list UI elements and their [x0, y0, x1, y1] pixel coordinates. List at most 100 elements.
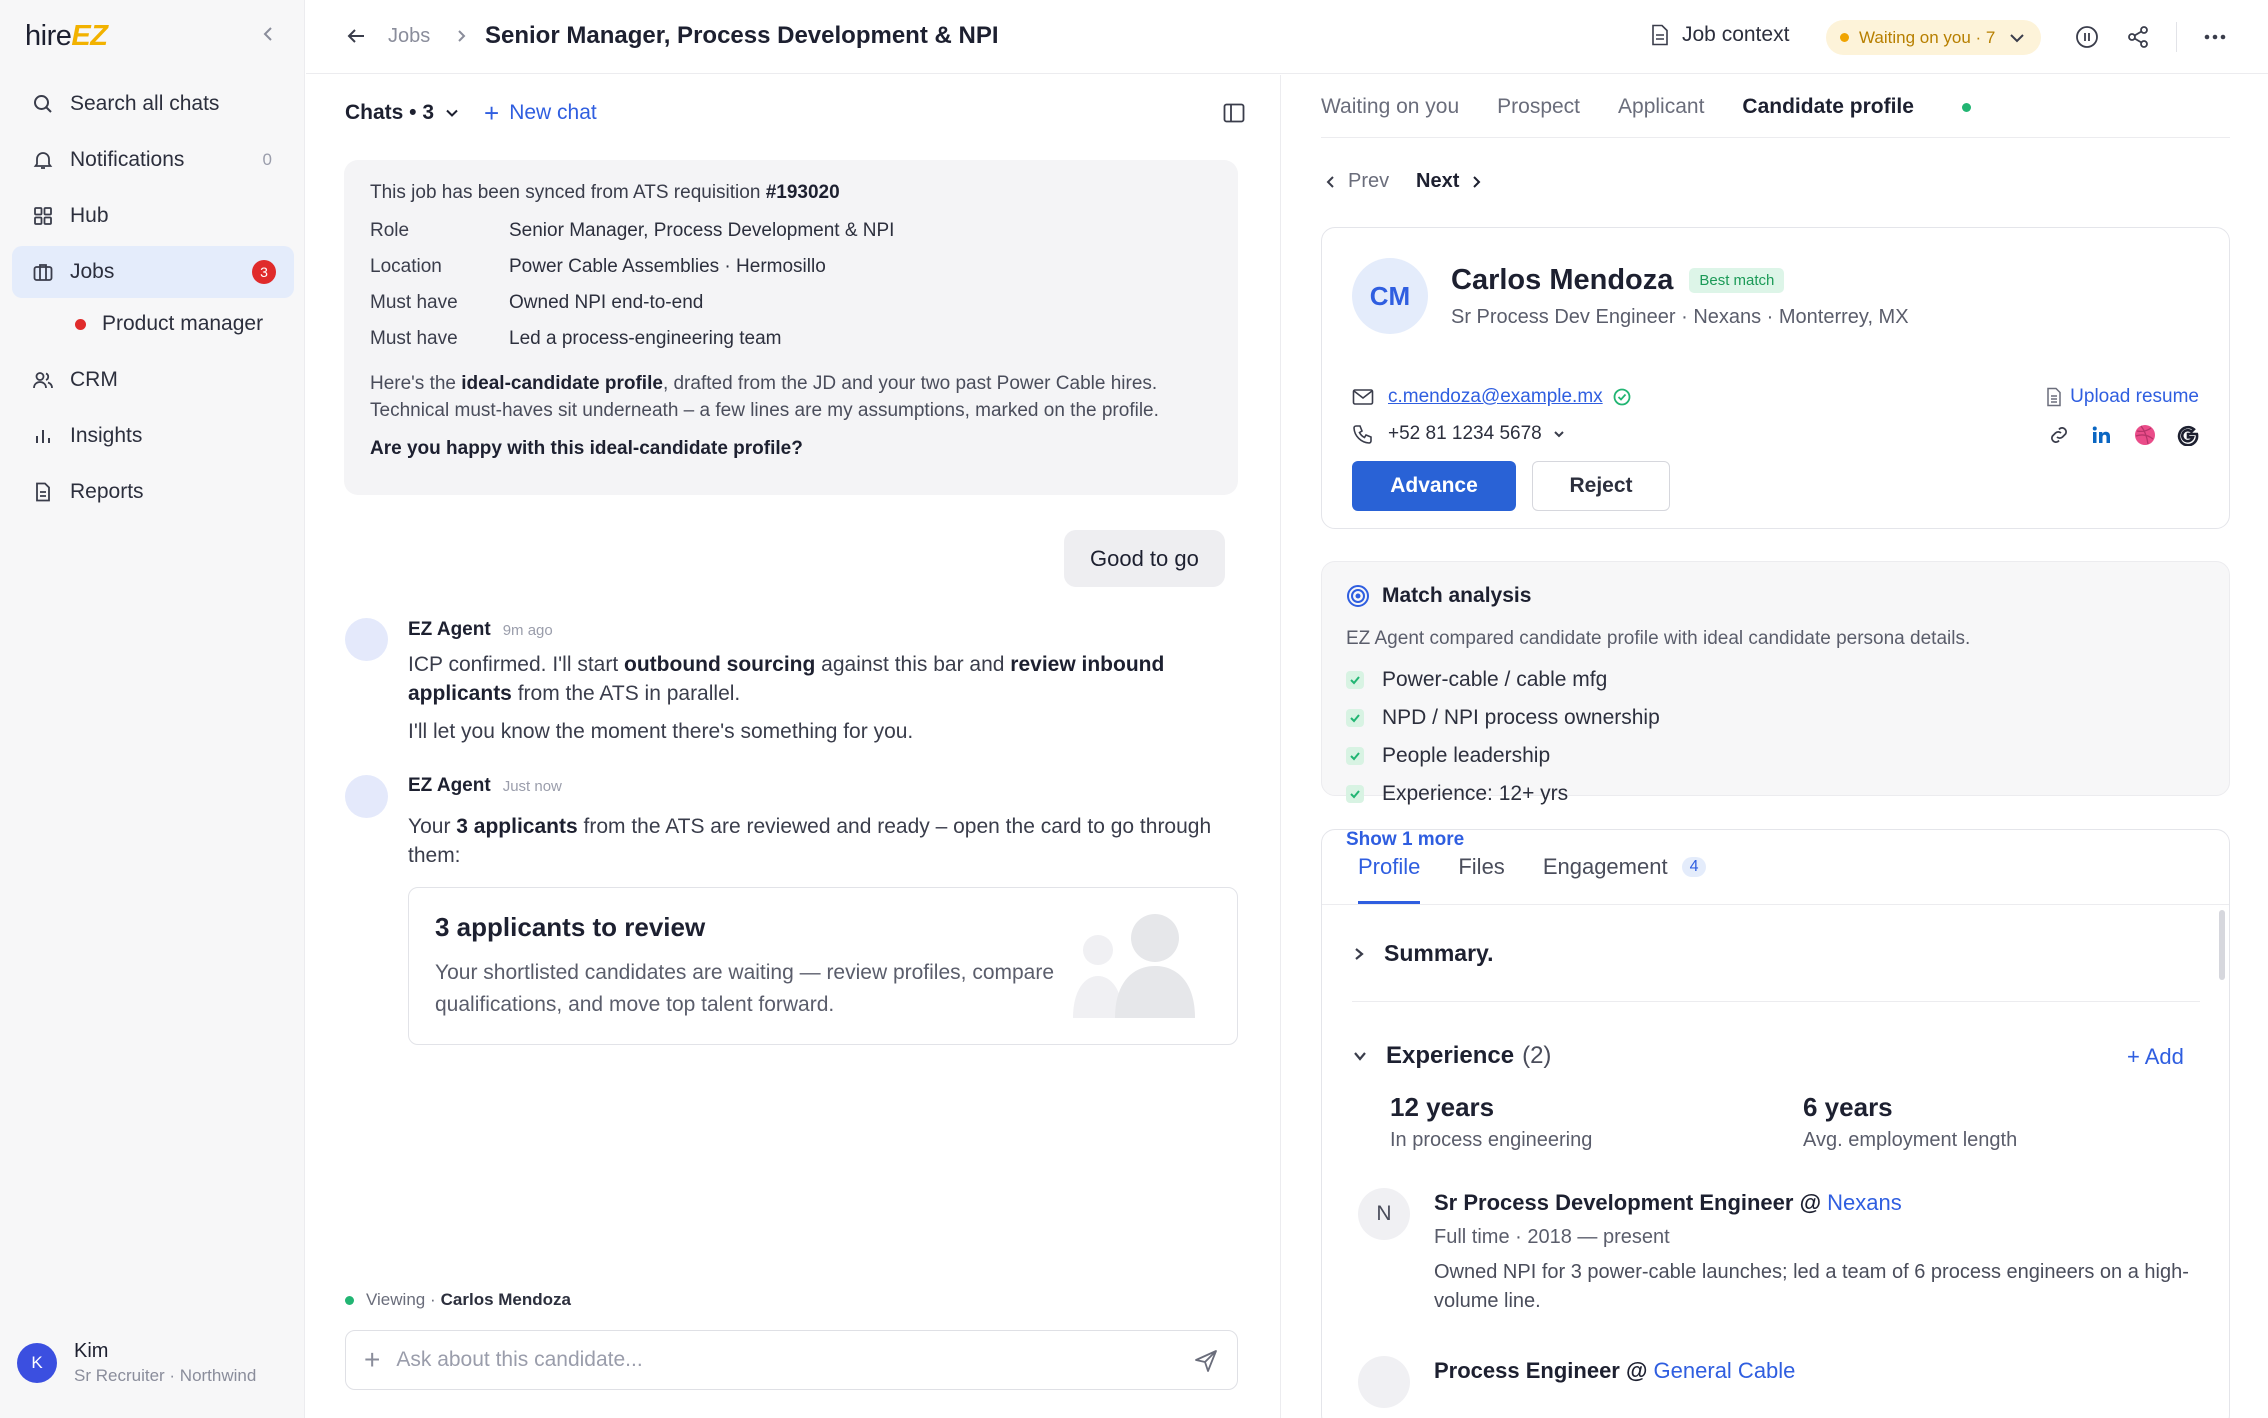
chats-label: Chats • 3 [345, 101, 435, 124]
sidebar-item-label: Hub [70, 204, 109, 227]
grid-icon [30, 203, 56, 229]
page-title: Senior Manager, Process Development & NP… [485, 22, 999, 49]
divider [2176, 22, 2177, 52]
sync-message: This job has been synced from ATS requis… [370, 182, 1212, 204]
prev-label: Prev [1348, 170, 1390, 192]
sidebar: hireEZ Search all chats Notifications 0 … [0, 0, 305, 1418]
job-context-button[interactable]: Job context [1650, 23, 1789, 47]
hireez-logo[interactable]: hireEZ [25, 20, 108, 53]
sidebar-item-crm[interactable]: CRM [12, 354, 294, 406]
message-time: Just now [502, 778, 562, 795]
tab-applicant[interactable]: Applicant [1618, 95, 1704, 119]
sidebar-item-insights[interactable]: Insights [12, 410, 294, 462]
sidebar-item-label: CRM [70, 368, 118, 391]
review-card-description: Your shortlisted candidates are waiting … [435, 961, 1055, 1016]
reject-button[interactable]: Reject [1532, 461, 1670, 511]
linkedin-icon[interactable] [2091, 424, 2113, 446]
chat-input[interactable]: + Ask about this candidate... [345, 1330, 1238, 1390]
check-icon [1346, 671, 1364, 689]
match-item: Experience: 12+ yrs [1346, 775, 1660, 813]
company-link[interactable]: General Cable [1654, 1358, 1796, 1383]
sidebar-subitem-product-manager[interactable]: Product manager [75, 312, 263, 336]
more-icon[interactable] [2202, 25, 2228, 49]
chevron-right-icon [1469, 174, 1483, 190]
plus-icon[interactable]: + [364, 1344, 380, 1376]
candidate-phone[interactable]: +52 81 1234 5678 [1352, 423, 1566, 445]
agent-name-label: EZ Agent [408, 619, 491, 640]
tab-waiting-on-you[interactable]: Waiting on you [1321, 95, 1459, 119]
applicants-review-card[interactable]: 3 applicants to review Your shortlisted … [408, 887, 1238, 1045]
new-chat-button[interactable]: + New chat [484, 100, 597, 126]
people-illustration-icon [1063, 914, 1203, 1018]
chevron-down-icon [2007, 28, 2027, 48]
kv-row: Role Senior Manager, Process Development … [370, 220, 1212, 242]
kv-row: Must have Owned NPI end-to-end [370, 292, 1212, 314]
prev-button[interactable]: Prev [1324, 170, 1389, 193]
stat-value: 12 years [1390, 1092, 1495, 1122]
match-item-label: People leadership [1382, 744, 1551, 767]
user-message: Good to go [1064, 530, 1225, 587]
tab-profile[interactable]: Profile [1358, 830, 1421, 904]
verified-icon [1613, 388, 1631, 406]
back-arrow-icon[interactable] [344, 24, 368, 48]
kv-row: Must have Led a process-engineering team [370, 328, 1212, 350]
google-icon[interactable] [2177, 424, 2199, 446]
match-title-label: Match analysis [1382, 584, 1532, 607]
tab-prospect[interactable]: Prospect [1497, 95, 1580, 119]
add-experience-button[interactable]: + Add [2127, 1044, 2184, 1070]
message-time: 9m ago [502, 622, 553, 639]
summary-section-toggle[interactable]: Summary. [1352, 940, 1494, 967]
match-item: People leadership [1346, 737, 1660, 775]
advance-button[interactable]: Advance [1352, 461, 1516, 511]
sidebar-item-notifications[interactable]: Notifications 0 [12, 134, 294, 186]
share-icon[interactable] [2126, 25, 2150, 49]
sidebar-item-label: Jobs [70, 260, 115, 283]
sidebar-item-label: Notifications [70, 148, 185, 171]
check-icon [1346, 785, 1364, 803]
job-title: Sr Process Development Engineer @ Nexans [1434, 1190, 1902, 1216]
tab-candidate-profile[interactable]: Candidate profile [1742, 95, 2009, 119]
status-dot [345, 1295, 354, 1305]
tab-files[interactable]: Files [1458, 830, 1504, 904]
sidebar-item-search[interactable]: Search all chats [12, 78, 294, 130]
status-dot [1840, 33, 1849, 42]
msg-text: ICP confirmed. I'll start [408, 653, 625, 676]
target-icon [1346, 584, 1370, 608]
divider [1322, 904, 2229, 905]
chevron-left-icon [1324, 174, 1338, 190]
experience-section-toggle[interactable]: Experience (2) [1352, 1042, 1551, 1070]
search-icon [30, 91, 56, 117]
kv-value: Owned NPI end-to-end [509, 292, 704, 313]
candidate-email: c.mendoza@example.mx [1352, 386, 1631, 408]
bar-chart-icon [30, 423, 56, 449]
sidebar-item-hub[interactable]: Hub [12, 190, 294, 242]
kv-value: Led a process-engineering team [509, 328, 782, 349]
link-icon[interactable] [2047, 423, 2071, 447]
chevron-down-icon [1352, 1049, 1368, 1063]
dribbble-icon[interactable] [2133, 423, 2157, 447]
next-button[interactable]: Next [1416, 170, 1483, 193]
tab-engagement[interactable]: Engagement 4 [1543, 830, 1707, 904]
pause-icon[interactable] [2075, 25, 2099, 49]
company-link[interactable]: Nexans [1827, 1190, 1902, 1215]
phone-icon [1352, 423, 1374, 445]
chats-dropdown[interactable]: Chats • 3 [345, 101, 460, 125]
para-bold: ideal-candidate profile [461, 373, 663, 394]
match-analysis-card: Match analysis EZ Agent compared candida… [1321, 561, 2230, 850]
email-link[interactable]: c.mendoza@example.mx [1388, 386, 1603, 408]
sidebar-item-reports[interactable]: Reports [12, 466, 294, 518]
waiting-on-you-dropdown[interactable]: Waiting on you · 7 [1826, 20, 2042, 55]
collapse-sidebar-icon[interactable] [258, 24, 278, 44]
candidate-card: CM Carlos Mendoza Best match Sr Process … [1321, 227, 2230, 529]
upload-resume-button[interactable]: Upload resume [2046, 386, 2199, 408]
match-item-label: Experience: 12+ yrs [1382, 782, 1569, 805]
scrollbar[interactable] [2219, 910, 2225, 980]
sidebar-item-jobs[interactable]: Jobs 3 [12, 246, 294, 298]
stat-avg-employment: 6 years Avg. employment length [1803, 1092, 2017, 1152]
send-icon[interactable] [1193, 1348, 1219, 1374]
breadcrumb-jobs[interactable]: Jobs [388, 25, 430, 48]
match-analysis-title: Match analysis [1346, 584, 1531, 608]
viewing-indicator: Viewing · Carlos Mendoza [345, 1290, 571, 1310]
user-profile[interactable]: K Kim Sr Recruiter · Northwind [17, 1340, 256, 1386]
panel-toggle-icon[interactable] [1222, 101, 1246, 125]
